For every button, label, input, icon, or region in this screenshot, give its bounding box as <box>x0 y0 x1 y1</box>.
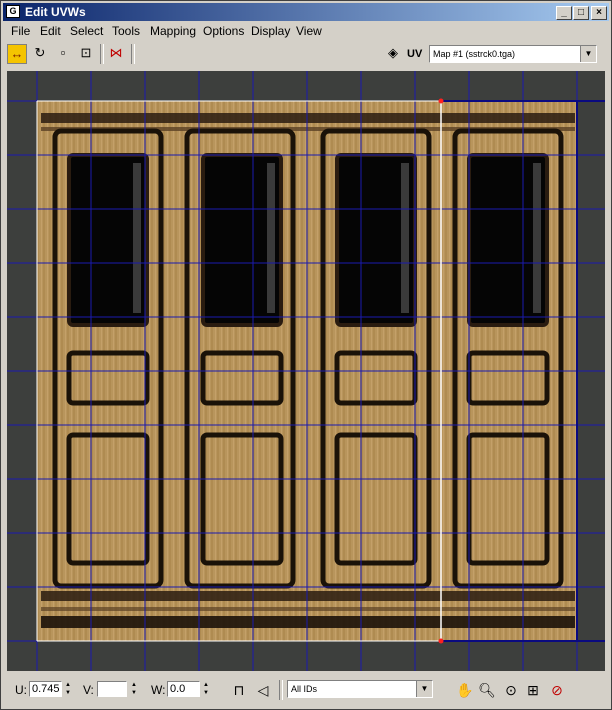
u-value-field[interactable]: 0.745 <box>29 681 62 697</box>
menu-file[interactable]: File <box>11 24 30 38</box>
zoom-region-icon[interactable]: ⊙ <box>501 680 521 700</box>
minimize-button[interactable]: _ <box>556 6 572 20</box>
ids-dropdown-value: All IDs <box>291 684 318 694</box>
close-button[interactable]: × <box>591 6 607 20</box>
toolbar-separator <box>100 44 104 64</box>
app-icon[interactable]: G <box>6 5 20 18</box>
uv-vertex-selected[interactable] <box>438 98 444 104</box>
chevron-down-icon[interactable]: ▼ <box>416 681 432 697</box>
freeform-tool-icon[interactable]: ⊡ <box>76 44 96 64</box>
window-title: Edit UVWs <box>25 5 86 19</box>
title-bar[interactable]: G Edit UVWs _ □ × <box>3 3 609 21</box>
v-spinner-icon[interactable]: ▲ ▼ <box>129 681 139 697</box>
mirror-tool-icon[interactable]: ⋈ <box>106 44 126 64</box>
snap-icon[interactable]: ⊘ <box>547 680 567 700</box>
lock-icon[interactable]: ⊓ <box>229 680 249 700</box>
zoom-icon[interactable]: 🔍︎ <box>477 680 497 700</box>
scale-tool-icon[interactable]: ▫ <box>53 44 73 64</box>
rotate-tool-icon[interactable]: ↻ <box>30 44 50 64</box>
menu-options[interactable]: Options <box>203 24 244 38</box>
maximize-button[interactable]: □ <box>573 6 589 20</box>
move-tool-icon[interactable]: ↔ <box>7 44 27 64</box>
status-separator <box>279 680 283 700</box>
menu-bar: File Edit Select Tools Mapping Options D… <box>3 22 609 40</box>
menu-select[interactable]: Select <box>70 24 103 38</box>
menu-tools[interactable]: Tools <box>112 24 140 38</box>
uv-vertex-selected[interactable] <box>438 638 444 644</box>
uv-viewport[interactable] <box>7 71 605 671</box>
u-label: U: <box>15 683 27 697</box>
menu-view[interactable]: View <box>296 24 322 38</box>
map-dropdown-value: Map #1 (sstrck0.tga) <box>433 49 516 59</box>
pen-icon[interactable]: ◁ <box>253 680 273 700</box>
u-spinner-icon[interactable]: ▲ ▼ <box>63 681 73 697</box>
w-label: W: <box>151 683 166 697</box>
w-spinner-icon[interactable]: ▲ ▼ <box>201 681 211 697</box>
map-dropdown[interactable]: Map #1 (sstrck0.tga) ▼ <box>429 45 597 63</box>
w-value-field[interactable]: 0.0 <box>167 681 200 697</box>
uv-texture-canvas <box>7 71 605 671</box>
texture-checker-icon[interactable]: ◈ <box>383 44 403 64</box>
edit-uvws-window: G Edit UVWs _ □ × File Edit Select Tools… <box>0 0 612 710</box>
menu-mapping[interactable]: Mapping <box>150 24 196 38</box>
ids-dropdown[interactable]: All IDs ▼ <box>287 680 433 698</box>
pan-hand-icon[interactable]: ✋ <box>455 680 475 700</box>
menu-edit[interactable]: Edit <box>40 24 61 38</box>
zoom-extents-icon[interactable]: ⊞ <box>523 680 543 700</box>
uv-label: UV <box>407 48 423 60</box>
v-value-field[interactable] <box>97 681 127 697</box>
status-bar: U: 0.745 ▲ ▼ V: ▲ ▼ W: 0.0 ▲ ▼ ⊓ ◁ All IDs … <box>3 675 609 705</box>
menu-display[interactable]: Display <box>251 24 290 38</box>
chevron-down-icon[interactable]: ▼ <box>580 46 596 62</box>
v-label: V: <box>83 683 94 697</box>
toolbar: ↔ ↻ ▫ ⊡ ⋈ ◈ UV Map #1 (sstrck0.tga) ▼ <box>3 41 609 69</box>
toolbar-separator <box>131 44 135 64</box>
